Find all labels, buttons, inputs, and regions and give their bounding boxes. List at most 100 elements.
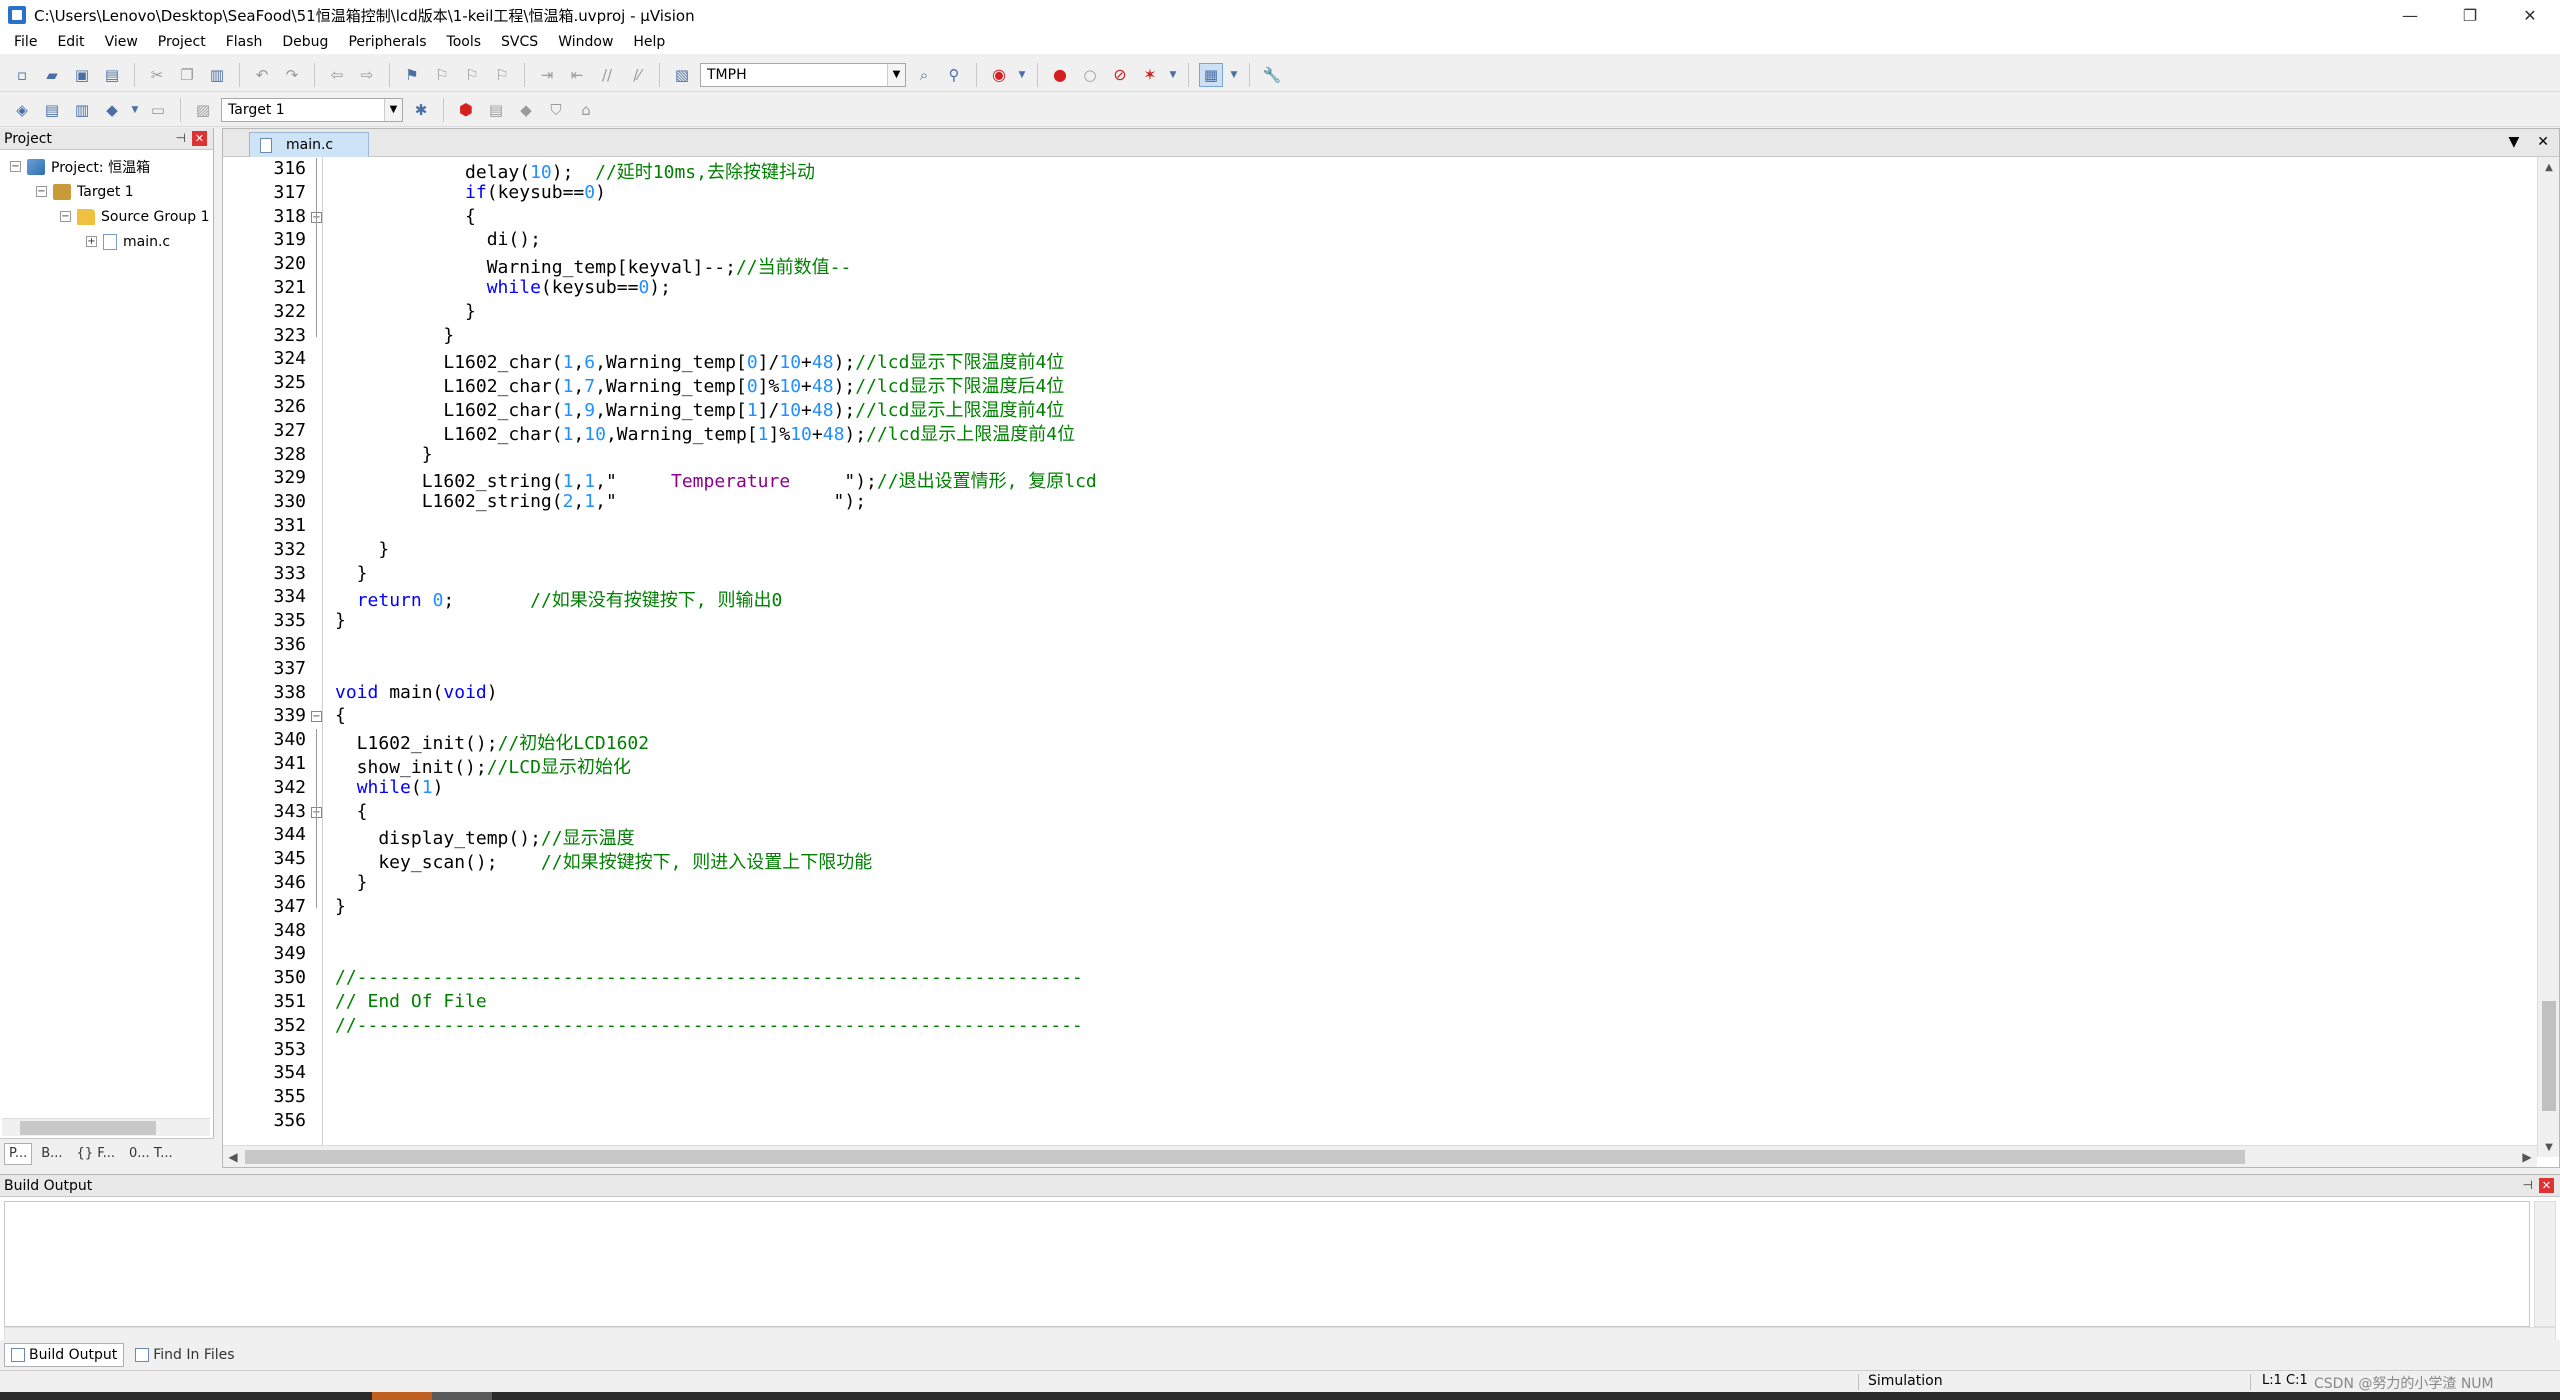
batch-build-icon[interactable]: ◆ xyxy=(100,98,124,122)
comment-icon[interactable]: // xyxy=(595,63,619,87)
kill-breakpoints-icon[interactable]: ⊘ xyxy=(1108,63,1132,87)
menu-peripherals[interactable]: Peripherals xyxy=(338,30,436,54)
close-tab-icon[interactable]: ✕ xyxy=(2537,134,2549,150)
build-output-vscroll[interactable] xyxy=(2534,1201,2556,1327)
chevron-down-icon[interactable]: ▼ xyxy=(1017,63,1027,87)
menu-tools[interactable]: Tools xyxy=(437,30,492,54)
configure-icon[interactable]: 🔧 xyxy=(1260,63,1284,87)
copy-icon[interactable]: ❐ xyxy=(175,63,199,87)
pin-icon[interactable]: ⊣ xyxy=(2523,1178,2533,1193)
breakpoint-options-icon[interactable]: ✶ xyxy=(1138,63,1162,87)
tree-item-main-c[interactable]: + main.c xyxy=(0,229,213,254)
tree-item-project[interactable]: − Project: 恒温箱 xyxy=(0,154,213,179)
navigate-back-icon[interactable]: ⇦ xyxy=(325,63,349,87)
chevron-down-icon[interactable]: ▼ xyxy=(1229,63,1239,87)
collapse-icon[interactable]: − xyxy=(10,161,21,172)
project-hscroll[interactable] xyxy=(2,1118,210,1136)
expand-icon[interactable]: + xyxy=(86,236,97,247)
menu-window[interactable]: Window xyxy=(548,30,623,54)
tab-project[interactable]: P... xyxy=(4,1142,33,1165)
incremental-find-icon[interactable]: ⚲ xyxy=(942,63,966,87)
scroll-thumb[interactable] xyxy=(2542,1001,2556,1111)
navigate-forward-icon[interactable]: ⇨ xyxy=(355,63,379,87)
scroll-thumb[interactable] xyxy=(20,1121,156,1135)
code-area[interactable]: 316317318 − 319320321322323324325326327328… xyxy=(223,157,2537,1157)
prev-bookmark-icon[interactable]: ⚐ xyxy=(430,63,454,87)
minimize-button[interactable]: — xyxy=(2380,0,2440,30)
open-file-icon[interactable]: ▰ xyxy=(40,63,64,87)
chevron-down-icon[interactable]: ▼ xyxy=(130,98,140,122)
menu-file[interactable]: File xyxy=(4,30,47,54)
cut-icon[interactable]: ✂ xyxy=(145,63,169,87)
indent-icon[interactable]: ⇥ xyxy=(535,63,559,87)
uncomment-icon[interactable]: /⁄ xyxy=(625,63,649,87)
debug-session-icon[interactable]: ◉ xyxy=(987,63,1011,87)
tab-list-icon[interactable]: ▼ xyxy=(2508,134,2519,150)
build-output-text[interactable] xyxy=(4,1201,2530,1327)
save-all-icon[interactable]: ▤ xyxy=(100,63,124,87)
scroll-thumb[interactable] xyxy=(245,1150,2245,1164)
unindent-icon[interactable]: ⇤ xyxy=(565,63,589,87)
tab-label: main.c xyxy=(286,137,334,153)
maximize-button[interactable]: ❐ xyxy=(2440,0,2500,30)
tab-books[interactable]: B... xyxy=(36,1143,67,1165)
pack-installer-icon[interactable]: ⛉ xyxy=(544,98,568,122)
tab-build-output[interactable]: Build Output xyxy=(4,1343,125,1367)
scroll-down-icon[interactable]: ▼ xyxy=(2538,1137,2560,1157)
collapse-icon[interactable]: − xyxy=(36,186,47,197)
tab-main-c[interactable]: main.c xyxy=(249,132,369,157)
undo-icon[interactable]: ↶ xyxy=(250,63,274,87)
chevron-down-icon[interactable]: ▼ xyxy=(887,63,905,86)
manage-rte-icon[interactable]: ◆ xyxy=(514,98,538,122)
scroll-left-icon[interactable]: ◀ xyxy=(223,1146,243,1168)
project-icon xyxy=(27,158,45,175)
chevron-down-icon[interactable]: ▼ xyxy=(384,98,402,121)
find-in-files-icon[interactable]: ▧ xyxy=(670,63,694,87)
tab-find-in-files[interactable]: Find In Files xyxy=(128,1343,241,1367)
find-icon[interactable]: ⌕ xyxy=(912,63,936,87)
scroll-right-icon[interactable]: ▶ xyxy=(2517,1146,2537,1168)
find-combo[interactable]: TMPH ▼ xyxy=(700,62,906,87)
pin-icon[interactable]: ⊣ xyxy=(176,131,186,146)
chevron-down-icon[interactable]: ▼ xyxy=(1168,63,1178,87)
tab-templates[interactable]: 0... T... xyxy=(124,1143,178,1165)
close-icon[interactable]: ✕ xyxy=(2539,1178,2554,1193)
new-file-icon[interactable]: ▫ xyxy=(10,63,34,87)
tree-item-source-group[interactable]: − Source Group 1 xyxy=(0,204,213,229)
menu-edit[interactable]: Edit xyxy=(47,30,94,54)
download-icon[interactable]: ▨ xyxy=(191,98,215,122)
paste-icon[interactable]: ▥ xyxy=(205,63,229,87)
close-button[interactable]: ✕ xyxy=(2500,0,2560,30)
translate-icon[interactable]: ◈ xyxy=(10,98,34,122)
menu-help[interactable]: Help xyxy=(623,30,675,54)
save-icon[interactable]: ▣ xyxy=(70,63,94,87)
clear-bookmarks-icon[interactable]: ⚐ xyxy=(490,63,514,87)
next-bookmark-icon[interactable]: ⚐ xyxy=(460,63,484,87)
scroll-up-icon[interactable]: ▲ xyxy=(2538,157,2560,177)
device-database-icon[interactable]: ⌂ xyxy=(574,98,598,122)
menu-view[interactable]: View xyxy=(95,30,148,54)
bookmark-icon[interactable]: ⚑ xyxy=(400,63,424,87)
menu-flash[interactable]: Flash xyxy=(216,30,273,54)
window-layout-icon[interactable]: ▦ xyxy=(1199,62,1223,87)
manage-components-icon[interactable]: ⬢ xyxy=(454,98,478,122)
tree-item-target[interactable]: − Target 1 xyxy=(0,179,213,204)
menu-debug[interactable]: Debug xyxy=(272,30,338,54)
menu-svcs[interactable]: SVCS xyxy=(491,30,548,54)
rebuild-icon[interactable]: ▥ xyxy=(70,98,94,122)
fold-toggle-icon[interactable]: − xyxy=(311,711,322,723)
disable-breakpoint-icon[interactable]: ○ xyxy=(1078,63,1102,87)
tab-functions[interactable]: {} F... xyxy=(72,1143,120,1165)
editor-vscroll[interactable]: ▲ ▼ xyxy=(2537,157,2559,1157)
close-icon[interactable]: ✕ xyxy=(192,131,207,146)
stop-build-icon[interactable]: ▭ xyxy=(146,98,170,122)
target-select[interactable]: Target 1 ▼ xyxy=(221,97,403,122)
select-packs-icon[interactable]: ▤ xyxy=(484,98,508,122)
redo-icon[interactable]: ↷ xyxy=(280,63,304,87)
breakpoint-icon[interactable]: ● xyxy=(1048,63,1072,87)
build-icon[interactable]: ▤ xyxy=(40,98,64,122)
target-options-icon[interactable]: ✱ xyxy=(409,98,433,122)
collapse-icon[interactable]: − xyxy=(60,211,71,222)
editor-hscroll[interactable]: ◀ ▶ xyxy=(223,1145,2537,1167)
menu-project[interactable]: Project xyxy=(148,30,216,54)
